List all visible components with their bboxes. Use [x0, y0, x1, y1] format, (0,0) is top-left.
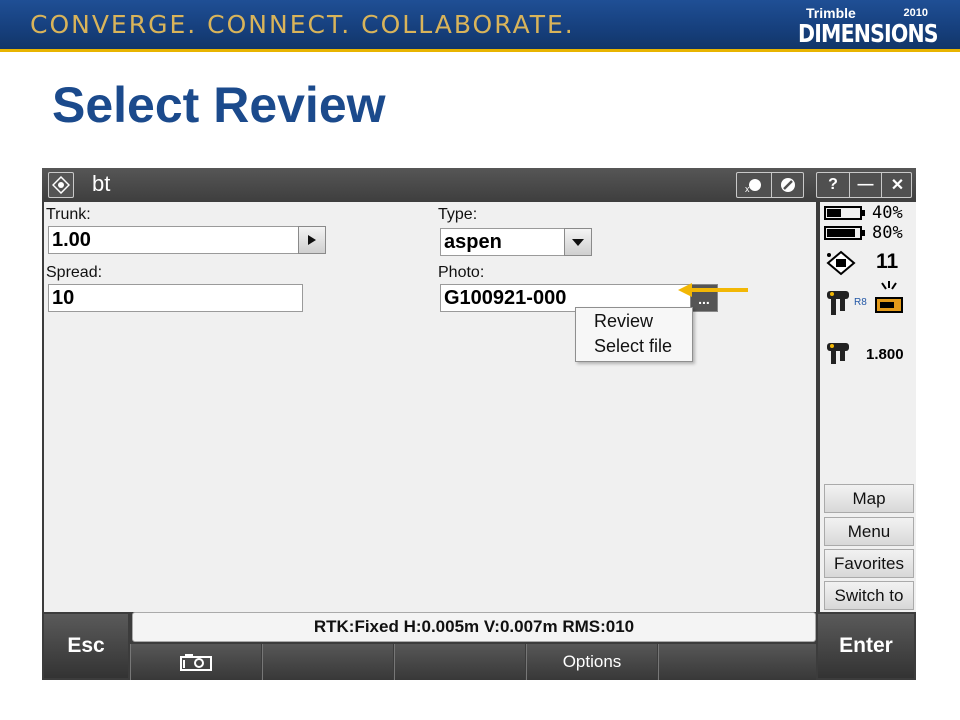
softkey-5[interactable] [658, 644, 816, 680]
chevron-down-icon [572, 238, 584, 246]
battery-1-level: 40% [872, 203, 903, 223]
gnss-status-icon[interactable]: x [737, 173, 770, 197]
device-screen: bt x ? — ✕ Trunk: 1.00 Spread: 10 Type: … [42, 168, 916, 680]
play-icon [308, 235, 316, 245]
battery-2-level: 80% [872, 223, 903, 243]
no-entry-icon[interactable] [771, 173, 804, 197]
header-banner: CONVERGE. CONNECT. COLLABORATE. Trimble … [0, 0, 960, 52]
options-softkey[interactable]: Options [526, 644, 657, 680]
battery-icon [824, 206, 865, 220]
window-title: bt [92, 171, 111, 196]
trunk-label: Trunk: [46, 206, 91, 223]
satellite-count: 11 [876, 250, 899, 273]
gnss-status-bar: RTK:Fixed H:0.005m V:0.007m RMS:010 [132, 612, 816, 642]
type-select[interactable]: aspen [440, 228, 566, 256]
trimble-dimensions-logo: Trimble 2010 DIMENSIONS [798, 3, 939, 49]
svg-text:x: x [745, 184, 750, 194]
map-button[interactable]: Map [824, 484, 914, 513]
receiver-icon [827, 291, 849, 315]
camera-icon [180, 654, 212, 671]
menu-item-select-file[interactable]: Select file [594, 336, 672, 357]
switch-to-button[interactable]: Switch to [824, 581, 914, 610]
softkey-3[interactable] [394, 644, 525, 680]
antenna-icon [827, 343, 849, 364]
rover-label: R8 [854, 297, 867, 308]
trunk-field[interactable]: 1.00 [48, 226, 300, 254]
window-controls: ? — ✕ [816, 172, 912, 198]
app-menu-icon[interactable] [48, 172, 74, 198]
attribute-form: Trunk: 1.00 Spread: 10 Type: aspen Photo… [44, 202, 816, 612]
battery-icon [824, 226, 865, 240]
satellite-icon [826, 250, 856, 276]
close-button[interactable]: ✕ [881, 173, 913, 197]
callout-arrow [678, 283, 748, 297]
spread-label: Spread: [46, 264, 103, 281]
window-titlebar: bt x ? — ✕ [42, 168, 916, 202]
type-label: Type: [438, 206, 478, 223]
banner-tagline: CONVERGE. CONNECT. COLLABORATE. [30, 10, 575, 39]
enter-button[interactable]: Enter [818, 614, 914, 678]
trunk-arrow-button[interactable] [298, 226, 326, 254]
logo-year-text: 2010 [903, 7, 928, 19]
esc-button[interactable]: Esc [44, 614, 128, 678]
menu-item-review[interactable]: Review [594, 311, 653, 332]
antenna-height: 1.800 [866, 346, 904, 363]
slide-title: Select Review [52, 77, 386, 133]
title-tools: x [736, 172, 804, 198]
help-button[interactable]: ? [817, 173, 849, 197]
photo-label: Photo: [438, 264, 485, 281]
status-sidebar: 40% 80% 11 R8 1.800 Map Menu Favorites S… [818, 202, 916, 612]
radio-icon [875, 281, 903, 313]
photo-context-menu: Review Select file [575, 307, 693, 362]
spread-field[interactable]: 10 [48, 284, 303, 312]
minimize-button[interactable]: — [849, 173, 881, 197]
favorites-button[interactable]: Favorites [824, 549, 914, 578]
menu-button[interactable]: Menu [824, 517, 914, 546]
logo-dimensions-text: DIMENSIONS [798, 19, 939, 48]
camera-softkey[interactable] [130, 644, 261, 680]
type-dropdown-button[interactable] [564, 228, 592, 256]
softkey-2[interactable] [262, 644, 393, 680]
